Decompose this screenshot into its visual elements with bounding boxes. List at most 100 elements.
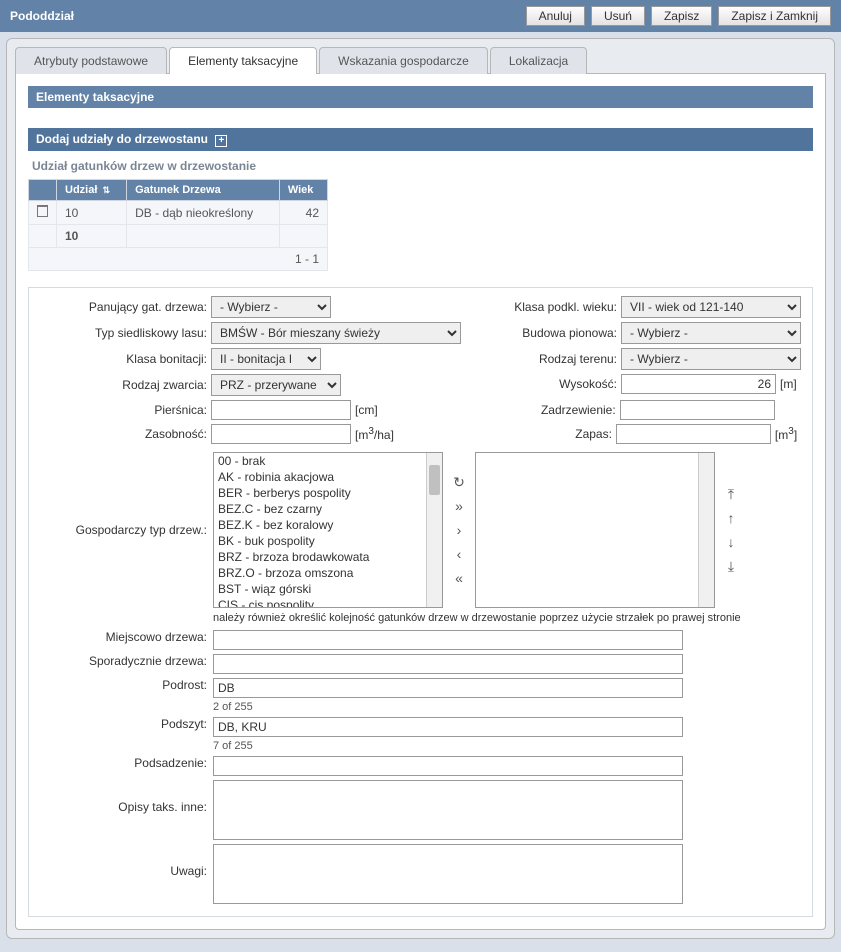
row-delete[interactable] [29,201,57,225]
selected-list[interactable] [475,452,715,608]
textarea-uwagi[interactable] [213,844,683,904]
sort-icon: ⇅ [102,185,110,195]
textarea-opisy-inne[interactable] [213,780,683,840]
label-typ-siedl: Typ siedliskowy lasu: [37,326,207,340]
tab-loc[interactable]: Lokalizacja [490,47,587,74]
move-all-left-icon[interactable]: « [449,569,469,587]
textarea-podrost[interactable]: DB [213,678,683,698]
table-row: 10 DB - dąb nieokreślony 42 [29,201,328,225]
pager-text: 1 - 1 [29,248,328,271]
select-typ-siedl[interactable]: BMŚW - Bór mieszany świeży [211,322,461,344]
input-zasobnosc[interactable] [211,424,351,444]
form-area: Panujący gat. drzewa: - Wybierz - Klasa … [28,287,813,917]
unit-piersnica: [cm] [355,403,378,417]
list-item[interactable]: BER - berberys pospolity [214,485,442,501]
label-klasa-bon: Klasa bonitacji: [37,352,207,366]
label-zasobnosc: Zasobność: [37,427,207,441]
input-zapas[interactable] [616,424,771,444]
move-bottom-icon[interactable]: ⤓ [721,557,741,575]
label-opisy-inne: Opisy taks. inne: [37,780,207,814]
delete-button[interactable]: Usuń [591,6,645,26]
tab-eco[interactable]: Wskazania gospodarcze [319,47,488,74]
pager-row: 1 - 1 [29,248,328,271]
list-item[interactable]: BEZ.K - bez koralowy [214,517,442,533]
section-title: Elementy taksacyjne [28,86,813,108]
cell-gatunek: DB - dąb nieokreślony [127,201,280,225]
save-close-button[interactable]: Zapisz i Zamknij [718,6,831,26]
label-zapas: Zapas: [482,427,612,441]
list-item[interactable]: BST - wiąz górski [214,581,442,597]
select-budowa[interactable]: - Wybierz - [621,322,801,344]
tab-basic[interactable]: Atrybuty podstawowe [15,47,167,74]
list-item[interactable]: AK - robinia akacjowa [214,469,442,485]
label-uwagi: Uwagi: [37,844,207,878]
select-panujacy-gat[interactable]: - Wybierz - [211,296,331,318]
textarea-sporadycznie[interactable] [213,654,683,674]
main-panel: Atrybuty podstawowe Elementy taksacyjne … [6,38,835,939]
cell-udzial: 10 [57,201,127,225]
header-buttons: Anuluj Usuń Zapisz Zapisz i Zamknij [526,6,831,26]
label-budowa: Budowa pionowa: [487,326,617,340]
select-rodzaj-ter[interactable]: - Wybierz - [621,348,801,370]
add-shares-label: Dodaj udziały do drzewostanu [36,132,208,146]
list-item[interactable]: CIS - cis pospolity [214,597,442,608]
list-item[interactable]: BK - buk pospolity [214,533,442,549]
label-wysokosc: Wysokość: [487,377,617,391]
plus-icon[interactable]: + [215,135,227,147]
order-arrows: ⤒ ↑ ↓ ⤓ [721,485,741,575]
input-zadrzew[interactable] [620,400,775,420]
count-podrost: 2 of 255 [213,701,683,713]
list-item[interactable]: 00 - brak [214,453,442,469]
label-piersnica: Pierśnica: [37,403,207,417]
scrollbar[interactable] [426,453,442,607]
dual-listbox: 00 - brak AK - robinia akacjowa BER - be… [213,452,741,608]
list-item[interactable]: BRZ - brzoza brodawkowata [214,549,442,565]
move-all-right-icon[interactable]: » [449,497,469,515]
available-list[interactable]: 00 - brak AK - robinia akacjowa BER - be… [213,452,443,608]
list-item[interactable]: BRZ.O - brzoza omszona [214,565,442,581]
page-title: Pododdział [10,9,526,23]
label-miejscowo: Miejscowo drzewa: [37,630,207,644]
select-klasa-bon[interactable]: II - bonitacja I [211,348,321,370]
tab-content: Elementy taksacyjne Dodaj udziały do drz… [15,73,826,930]
tab-tax[interactable]: Elementy taksacyjne [169,47,317,74]
save-button[interactable]: Zapisz [651,6,712,26]
cancel-button[interactable]: Anuluj [526,6,585,26]
unit-wysokosc: [m] [780,377,797,391]
move-up-icon[interactable]: ↑ [721,509,741,527]
label-rodzaj-ter: Rodzaj terenu: [487,352,617,366]
label-sporadycznie: Sporadycznie drzewa: [37,654,207,668]
shares-table: Udział ⇅ Gatunek Drzewa Wiek 10 DB - dąb… [28,179,328,271]
th-udzial[interactable]: Udział ⇅ [57,180,127,201]
select-rodzaj-zw[interactable]: PRZ - przerywane [211,374,341,396]
label-podrost: Podrost: [37,678,207,692]
textarea-podsadzenie[interactable] [213,756,683,776]
unit-zapas: [m3] [775,426,797,442]
add-shares-bar[interactable]: Dodaj udziały do drzewostanu + [28,128,813,151]
swap-icon[interactable]: ↻ [449,473,469,491]
th-gatunek[interactable]: Gatunek Drzewa [127,180,280,201]
trash-icon [37,205,48,217]
table-total-row: 10 [29,225,328,248]
input-wysokosc[interactable] [621,374,776,394]
th-wiek[interactable]: Wiek [279,180,327,201]
unit-zasobnosc: [m3/ha] [355,426,394,442]
label-rodzaj-zw: Rodzaj zwarcia: [37,378,207,392]
label-podszyt: Podszyt: [37,717,207,731]
textarea-podszyt[interactable]: DB, KRU [213,717,683,737]
label-panujacy-gat: Panujący gat. drzewa: [37,300,207,314]
shares-caption: Udział gatunków drzew w drzewostanie [28,155,813,179]
list-item[interactable]: BEZ.C - bez czarny [214,501,442,517]
scrollbar[interactable] [698,453,714,607]
label-klasa-podkl: Klasa podkl. wieku: [487,300,617,314]
move-right-icon[interactable]: › [449,521,469,539]
th-action [29,180,57,201]
move-top-icon[interactable]: ⤒ [721,485,741,503]
move-left-icon[interactable]: ‹ [449,545,469,563]
move-down-icon[interactable]: ↓ [721,533,741,551]
textarea-miejscowo[interactable] [213,630,683,650]
select-klasa-podkl[interactable]: VII - wiek od 121-140 [621,296,801,318]
label-podsadzenie: Podsadzenie: [37,756,207,770]
transfer-arrows: ↻ » › ‹ « [449,473,469,587]
input-piersnica[interactable] [211,400,351,420]
